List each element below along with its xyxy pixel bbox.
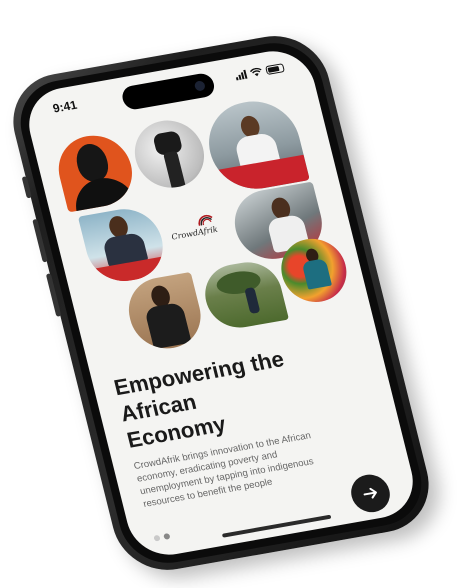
logo-text: CrowdAfrik [170, 224, 219, 242]
page-dot-active[interactable] [163, 532, 171, 540]
phone-mockup: 9:41 CrowdAfrik Empowering the African E… [2, 27, 440, 579]
photo-portrait-orange [51, 129, 140, 213]
app-screen: 9:41 CrowdAfrik Empowering the African E… [20, 45, 422, 561]
battery-icon [265, 63, 285, 76]
status-time: 9:41 [51, 97, 79, 116]
photo-man-with-scarf [77, 203, 171, 287]
photo-collage: CrowdAfrik [43, 90, 355, 354]
mockup-stage: 9:41 CrowdAfrik Empowering the African E… [0, 0, 469, 588]
status-icons [234, 63, 285, 81]
crowdafrik-logo: CrowdAfrik [167, 210, 227, 253]
camera-icon [193, 80, 206, 92]
page-indicator [153, 532, 171, 542]
cellular-signal-icon [234, 69, 248, 81]
arrow-right-icon [363, 487, 377, 499]
photo-man-on-chair [121, 271, 208, 354]
photo-raised-fist [127, 115, 212, 193]
wifi-icon [249, 67, 262, 77]
page-dot[interactable] [153, 534, 161, 542]
photo-farmer-in-field [198, 257, 289, 333]
dynamic-island [119, 71, 217, 112]
next-button[interactable] [347, 471, 394, 516]
photo-man-by-car [199, 94, 310, 196]
